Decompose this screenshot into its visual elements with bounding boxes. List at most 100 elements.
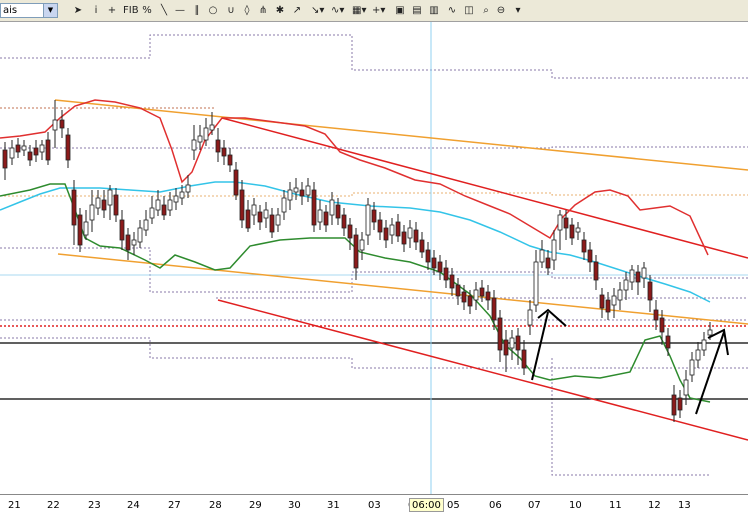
candle-body: [353, 234, 359, 269]
add-icon[interactable]: +▾: [372, 3, 385, 18]
arrow-draw-icon[interactable]: ↗: [291, 3, 303, 18]
candle-body: [89, 204, 95, 221]
candle-body: [599, 294, 605, 309]
candle-body: [581, 239, 587, 253]
candle-body: [521, 349, 527, 369]
candle-body: [683, 379, 689, 396]
candle-body: [299, 189, 305, 197]
candle-body: [557, 214, 563, 231]
candle-body: [443, 267, 449, 281]
candle-body: [425, 249, 431, 263]
candle-body: [155, 199, 161, 211]
time-tick-label: 22: [47, 500, 60, 511]
candle-body: [449, 274, 455, 289]
candle-body: [341, 214, 347, 229]
candle-body: [593, 261, 599, 281]
time-tick-label: 31: [327, 500, 340, 511]
pivot-level: [0, 146, 748, 149]
candle-body: [413, 229, 419, 243]
cursor-icon[interactable]: ➤: [72, 3, 84, 18]
candle-body: [281, 197, 287, 213]
time-tick-label: 28: [209, 500, 222, 511]
candle-body: [491, 297, 497, 321]
candle-body: [479, 287, 485, 297]
hline-icon[interactable]: —: [174, 3, 186, 18]
candle-body: [15, 144, 21, 153]
parallel-icon[interactable]: ∥: [191, 3, 203, 18]
time-tick-label: 10: [569, 500, 582, 511]
gear-icon[interactable]: ✱: [274, 3, 286, 18]
zoom-icon[interactable]: ⌕: [480, 3, 492, 18]
candle-body: [71, 189, 77, 226]
crosshair-icon[interactable]: +: [106, 3, 118, 18]
toolbar: ais ▼ ➤ i + FIB% ╲ — ∥ ○ ∪ ◊ ⋔ ✱ ↗ ↘▾ ∿▾ ▦▾ +▾ ▣ ▤ ▥ ∿ ◫ ⌕ ⊖ ▾: [0, 0, 748, 22]
percent-icon[interactable]: %: [141, 3, 153, 18]
candle-body: [575, 227, 581, 233]
candle-body: [269, 214, 275, 233]
candle-body: [137, 227, 143, 243]
candle-body: [131, 239, 137, 246]
red-channel-lower: [217, 299, 748, 441]
candle-body: [323, 211, 329, 226]
arc-icon[interactable]: ∪: [225, 3, 237, 18]
candle-body: [203, 127, 209, 141]
candle-body: [173, 195, 179, 203]
pivot-upper-step: [0, 34, 748, 79]
chart-icon[interactable]: ◫: [463, 3, 475, 18]
candle-body: [197, 135, 203, 143]
candle-body: [95, 197, 101, 209]
orange-channel-upper: [54, 99, 748, 171]
candle-body: [677, 397, 683, 411]
line-style-icon[interactable]: ↘▾: [311, 3, 324, 18]
line-icon[interactable]: ╲: [158, 3, 170, 18]
candle-body: [509, 337, 515, 349]
candle-body: [101, 199, 107, 211]
time-tick-label: 11: [609, 500, 622, 511]
grid-icon[interactable]: ▦▾: [352, 3, 366, 18]
candle-body: [2, 149, 8, 169]
pitchfork-icon[interactable]: ⋔: [257, 3, 269, 18]
candle-body: [143, 219, 149, 231]
candle-body: [497, 317, 503, 351]
time-tick-label: 30: [288, 500, 301, 511]
candle-body: [191, 139, 197, 151]
candle-body: [461, 291, 467, 303]
candle-body: [695, 349, 701, 361]
wave-icon[interactable]: ∿▾: [331, 3, 344, 18]
bollinger-lower: [0, 183, 711, 403]
zoom-out-icon[interactable]: ⊖: [495, 3, 507, 18]
menu-arrow-icon[interactable]: ▾: [512, 3, 524, 18]
time-tick-label: 07: [528, 500, 541, 511]
candle-body: [569, 224, 575, 239]
symbol-select[interactable]: ais ▼: [0, 3, 58, 18]
chevron-down-icon[interactable]: ▼: [43, 4, 57, 17]
candle-body: [113, 194, 119, 216]
candle-body: [9, 147, 15, 159]
time-tick-label: 24: [127, 500, 140, 511]
candle-body: [233, 169, 239, 196]
bollinger-upper: [0, 99, 709, 256]
price-chart[interactable]: [0, 22, 748, 494]
candle-body: [179, 191, 185, 199]
candle-body: [641, 267, 647, 279]
candle-body: [587, 249, 593, 263]
candle-body: [251, 204, 257, 216]
layers-icon[interactable]: ▥: [428, 3, 440, 18]
info-icon[interactable]: i: [90, 3, 102, 18]
candle-body: [33, 147, 39, 156]
candle-body: [377, 219, 383, 233]
wave-active-icon[interactable]: ∿: [446, 3, 458, 18]
candle-body: [209, 124, 215, 131]
candle-body: [293, 187, 299, 193]
shape-icon[interactable]: ◊: [241, 3, 253, 18]
chart-canvas: [0, 22, 748, 494]
candle-body: [539, 249, 545, 263]
template-icon[interactable]: ▤: [411, 3, 423, 18]
object-list-icon[interactable]: ▣: [394, 3, 406, 18]
ellipse-icon[interactable]: ○: [207, 3, 219, 18]
fibo-icon[interactable]: FIB: [123, 3, 139, 18]
candle-body: [245, 209, 251, 229]
candle-body: [59, 119, 65, 129]
arrow-annotation: [531, 311, 549, 381]
time-tick-label: 13: [678, 500, 691, 511]
